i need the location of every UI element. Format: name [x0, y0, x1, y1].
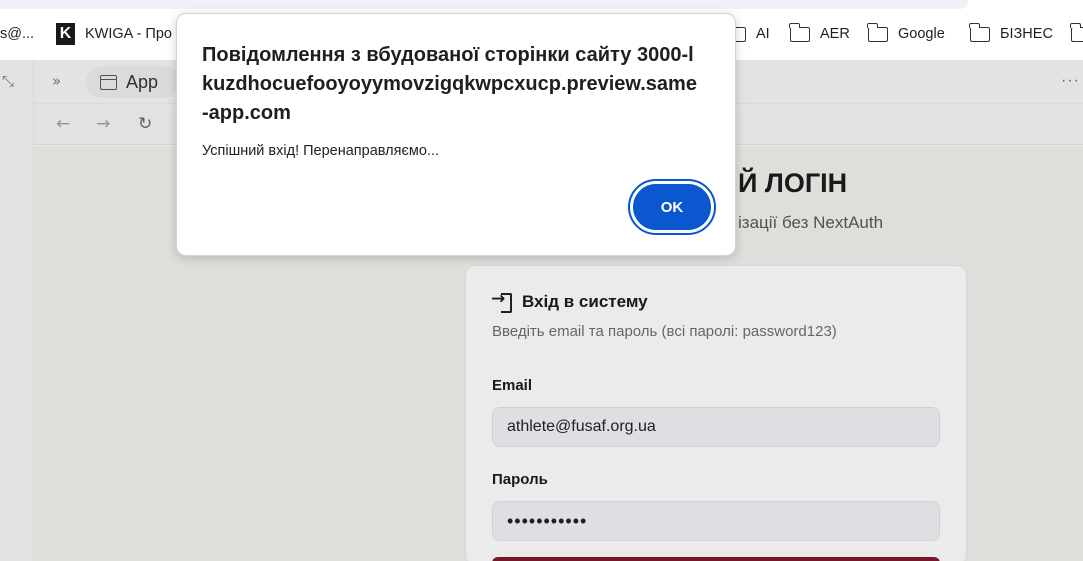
email-value: athlete@fusaf.org.ua: [507, 418, 656, 435]
expand-panels-icon[interactable]: »: [52, 72, 61, 90]
login-icon: [491, 289, 512, 313]
bookmark-folder-business[interactable]: БІЗНЕС: [969, 14, 1053, 54]
folder-icon: [867, 22, 888, 42]
tab-app[interactable]: App: [86, 66, 180, 98]
bookmark-label: s@...: [0, 26, 35, 42]
submit-button[interactable]: [492, 557, 940, 561]
folder-icon: [789, 22, 810, 42]
bookmark-label: Google: [898, 26, 945, 42]
bookmark-kwiga[interactable]: K KWIGA - Про: [56, 14, 172, 54]
password-field[interactable]: •••••••••••: [492, 501, 940, 541]
bookmark-label: БІЗНЕС: [1000, 26, 1053, 42]
dialog-message: Успішний вхід! Перенаправляємо...: [202, 143, 439, 159]
page-subtitle: ізації без NextAuth: [738, 213, 884, 232]
login-card-heading: Вхід в систему: [491, 289, 648, 313]
window-icon: [100, 74, 117, 90]
kwiga-logo-icon: K: [56, 23, 75, 45]
collapse-icon[interactable]: ⤡: [2, 72, 20, 90]
login-heading-text: Вхід в систему: [522, 292, 648, 311]
more-options-icon[interactable]: ···: [1061, 72, 1080, 90]
alert-dialog: Повідомлення з вбудованої сторінки сайту…: [176, 13, 736, 256]
reload-icon[interactable]: ↻: [138, 114, 152, 134]
folder-icon: [1070, 22, 1083, 42]
folder-icon: [969, 22, 990, 42]
tab-label: App: [126, 71, 159, 92]
address-bar-edge: [0, 0, 1083, 14]
back-arrow-icon[interactable]: ←: [56, 114, 70, 134]
email-label: Email: [492, 377, 533, 394]
bookmark-email[interactable]: s@...: [0, 14, 34, 54]
login-card-description: Введіть email та пароль (всі паролі: pas…: [492, 323, 837, 340]
ok-button[interactable]: OK: [628, 179, 716, 235]
email-field[interactable]: athlete@fusaf.org.ua: [492, 407, 940, 447]
password-value: •••••••••••: [507, 510, 588, 531]
bookmark-label: AER: [820, 26, 850, 42]
left-rail: [0, 60, 34, 561]
omnibox[interactable]: [0, 0, 968, 9]
password-label: Пароль: [492, 471, 548, 488]
bookmark-folder-google[interactable]: Google: [867, 14, 945, 54]
bookmark-folder-aer[interactable]: AER: [789, 14, 850, 54]
bookmark-folder-more[interactable]: [1070, 14, 1083, 54]
page-title: Й ЛОГІН: [738, 168, 848, 198]
bookmark-label: KWIGA - Про: [85, 26, 172, 42]
dialog-title: Повідомлення з вбудованої сторінки сайту…: [202, 44, 697, 124]
forward-arrow-icon[interactable]: →: [96, 114, 110, 134]
bookmark-label: AI: [756, 26, 770, 42]
